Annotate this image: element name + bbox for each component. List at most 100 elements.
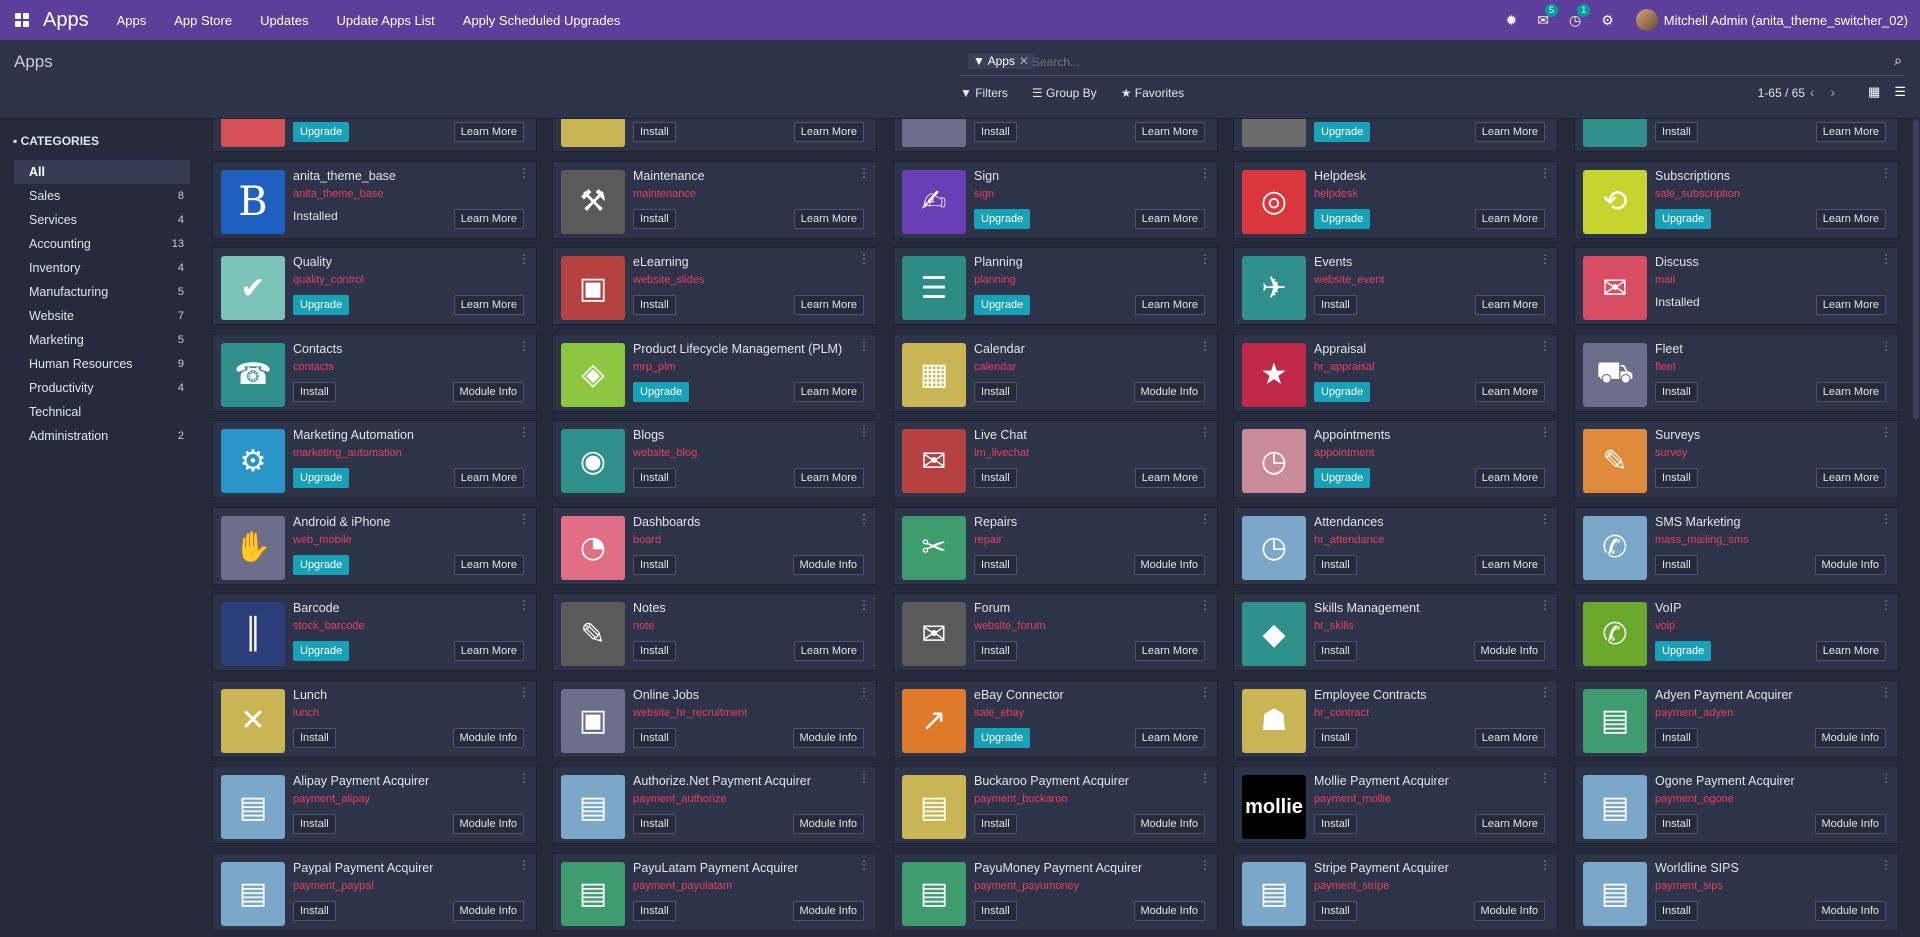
card-menu-icon[interactable]: ⋮ — [518, 771, 530, 785]
nav-menu-apply-scheduled-upgrades[interactable]: Apply Scheduled Upgrades — [449, 13, 635, 28]
learn-more-button[interactable]: Learn More — [1474, 208, 1545, 229]
app-card[interactable]: ▤ PayuMoney Payment Acquirer payment_payum… — [893, 852, 1218, 931]
learn-more-button[interactable]: Learn More — [453, 554, 524, 575]
learn-more-button[interactable]: Learn More — [793, 468, 864, 488]
upgrade-button[interactable]: Upgrade — [974, 208, 1031, 229]
learn-more-button[interactable]: Learn More — [1474, 295, 1545, 315]
learn-more-button[interactable]: Learn More — [1134, 208, 1205, 229]
sidebar-item-technical[interactable]: Technical — [14, 400, 190, 424]
sidebar-item-accounting[interactable]: Accounting 13 — [14, 232, 190, 256]
activities-clock-icon[interactable]: ◷ 1 — [1569, 3, 1591, 29]
favorites-button[interactable]: ★ Favorites — [1121, 86, 1196, 100]
app-card[interactable]: ⟲ Subscriptions sale_subscription ⋮ Upgrade L… — [1574, 160, 1899, 239]
upgrade-button[interactable]: Upgrade — [293, 641, 350, 661]
card-menu-icon[interactable]: ⋮ — [1539, 339, 1551, 353]
app-card[interactable]: ✉ Forum website_forum ⋮ Install Learn More — [893, 593, 1218, 671]
app-card[interactable]: ✎ Notes note ⋮ Install Learn More — [552, 593, 877, 671]
module-info-button[interactable]: Module Info — [1473, 641, 1545, 661]
app-card[interactable]: ◆ Skills Management hr_skills ⋮ Install Modul… — [1233, 593, 1558, 671]
sidebar-item-administration[interactable]: Administration 2 — [14, 424, 190, 448]
learn-more-button[interactable]: Learn More — [1474, 381, 1545, 402]
card-menu-icon[interactable]: ⋮ — [1199, 512, 1211, 526]
learn-more-button[interactable]: Learn More — [1474, 122, 1545, 142]
sidebar-item-manufacturing[interactable]: Manufacturing 5 — [14, 280, 190, 304]
upgrade-button[interactable]: Upgrade — [974, 727, 1031, 748]
install-button[interactable]: Install — [1655, 554, 1698, 575]
install-button[interactable]: Install — [293, 727, 336, 748]
app-card[interactable]: ✍ Sign sign ⋮ Upgrade Learn More — [893, 160, 1218, 239]
sidebar-item-marketing[interactable]: Marketing 5 — [14, 328, 190, 352]
learn-more-button[interactable]: Learn More — [1474, 814, 1545, 834]
group-by-button[interactable]: ☰ Group By — [1032, 86, 1109, 100]
learn-more-button[interactable]: Learn More — [453, 122, 524, 142]
card-menu-icon[interactable]: ⋮ — [1199, 858, 1211, 872]
install-button[interactable]: Install — [1314, 295, 1357, 315]
upgrade-button[interactable]: Upgrade — [293, 122, 350, 142]
install-button[interactable]: Install — [633, 554, 676, 575]
card-menu-icon[interactable]: ⋮ — [518, 339, 530, 353]
app-card[interactable]: ✆ SMS Marketing mass_mailing_sms ⋮ Install Mo… — [1574, 506, 1899, 585]
app-card[interactable]: ▤ Authorize.Net Payment Acquirer payment_a… — [552, 766, 877, 844]
module-info-button[interactable]: Module Info — [452, 900, 524, 921]
card-menu-icon[interactable]: ⋮ — [518, 598, 530, 612]
learn-more-button[interactable]: Learn More — [1134, 727, 1205, 748]
install-button[interactable]: Install — [293, 814, 336, 834]
nav-menu-updates[interactable]: Updates — [246, 13, 322, 28]
user-menu[interactable]: Mitchell Admin (anita_theme_switcher_02) — [1635, 9, 1908, 31]
card-menu-icon[interactable]: ⋮ — [1539, 425, 1551, 439]
app-switcher-icon[interactable] — [15, 13, 29, 27]
app-card[interactable]: ↗ eBay Connector sale_ebay ⋮ Upgrade Learn Mo… — [893, 679, 1218, 758]
learn-more-button[interactable]: Learn More — [1474, 554, 1545, 575]
upgrade-button[interactable]: Upgrade — [1314, 122, 1371, 142]
app-card[interactable]: ✕ Lunch lunch ⋮ Install Module Info — [212, 679, 537, 758]
card-menu-icon[interactable]: ⋮ — [1199, 166, 1211, 180]
app-card[interactable]: ★ Appraisal hr_appraisal ⋮ Upgrade Learn More — [1233, 333, 1558, 412]
app-card[interactable]: ⋮UpgradeLearn More — [212, 119, 537, 152]
learn-more-button[interactable]: Learn More — [1815, 122, 1886, 142]
module-info-button[interactable]: Module Info — [792, 900, 864, 921]
card-menu-icon[interactable]: ⋮ — [518, 166, 530, 180]
install-button[interactable]: Install — [633, 814, 676, 834]
app-card[interactable]: ✔ Quality quality_control ⋮ Upgrade Learn Mor… — [212, 247, 537, 325]
install-button[interactable]: Install — [293, 900, 336, 921]
list-view-icon[interactable]: ☰ — [1894, 84, 1906, 100]
module-info-button[interactable]: Module Info — [1133, 900, 1205, 921]
learn-more-button[interactable]: Learn More — [1134, 295, 1205, 315]
app-card[interactable]: ▤ Adyen Payment Acquirer payment_adyen ⋮ Ins… — [1574, 679, 1899, 758]
learn-more-button[interactable]: Learn More — [793, 208, 864, 229]
upgrade-button[interactable]: Upgrade — [293, 295, 350, 315]
app-card[interactable]: ✎ Surveys survey ⋮ Install Learn More — [1574, 420, 1899, 498]
app-card[interactable]: ☗ Employee Contracts hr_contract ⋮ Install Le… — [1233, 679, 1558, 758]
upgrade-button[interactable]: Upgrade — [293, 468, 350, 488]
upgrade-button[interactable]: Upgrade — [1655, 208, 1712, 229]
card-menu-icon[interactable]: ⋮ — [1880, 771, 1892, 785]
card-menu-icon[interactable]: ⋮ — [1199, 598, 1211, 612]
install-button[interactable]: Install — [974, 641, 1017, 661]
card-menu-icon[interactable]: ⋮ — [1539, 598, 1551, 612]
card-menu-icon[interactable]: ⋮ — [1199, 252, 1211, 266]
card-menu-icon[interactable]: ⋮ — [858, 685, 870, 699]
card-menu-icon[interactable]: ⋮ — [858, 771, 870, 785]
app-card[interactable]: ☰ Planning planning ⋮ Upgrade Learn More — [893, 247, 1218, 325]
install-button[interactable]: Install — [1655, 814, 1698, 834]
upgrade-button[interactable]: Upgrade — [1314, 468, 1371, 488]
install-button[interactable]: Install — [1314, 554, 1357, 575]
learn-more-button[interactable]: Learn More — [1134, 122, 1205, 142]
card-menu-icon[interactable]: ⋮ — [1539, 252, 1551, 266]
install-button[interactable]: Install — [1314, 641, 1357, 661]
install-button[interactable]: Install — [1655, 122, 1698, 142]
install-button[interactable]: Install — [633, 295, 676, 315]
card-menu-icon[interactable]: ⋮ — [1199, 685, 1211, 699]
install-button[interactable]: Install — [293, 381, 336, 402]
sidebar-item-human-resources[interactable]: Human Resources 9 — [14, 352, 190, 376]
upgrade-button[interactable]: Upgrade — [293, 554, 350, 575]
app-card[interactable]: ✉ Live Chat im_livechat ⋮ Install Learn More — [893, 420, 1218, 498]
install-button[interactable]: Install — [1314, 900, 1357, 921]
install-button[interactable]: Install — [974, 468, 1017, 488]
upgrade-button[interactable]: Upgrade — [974, 295, 1031, 315]
card-menu-icon[interactable]: ⋮ — [1539, 685, 1551, 699]
sidebar-item-sales[interactable]: Sales 8 — [14, 184, 190, 208]
app-card[interactable]: ◎ Helpdesk helpdesk ⋮ Upgrade Learn More — [1233, 160, 1558, 239]
pager-previous-icon[interactable]: ‹ — [1810, 84, 1815, 100]
learn-more-button[interactable]: Learn More — [793, 295, 864, 315]
